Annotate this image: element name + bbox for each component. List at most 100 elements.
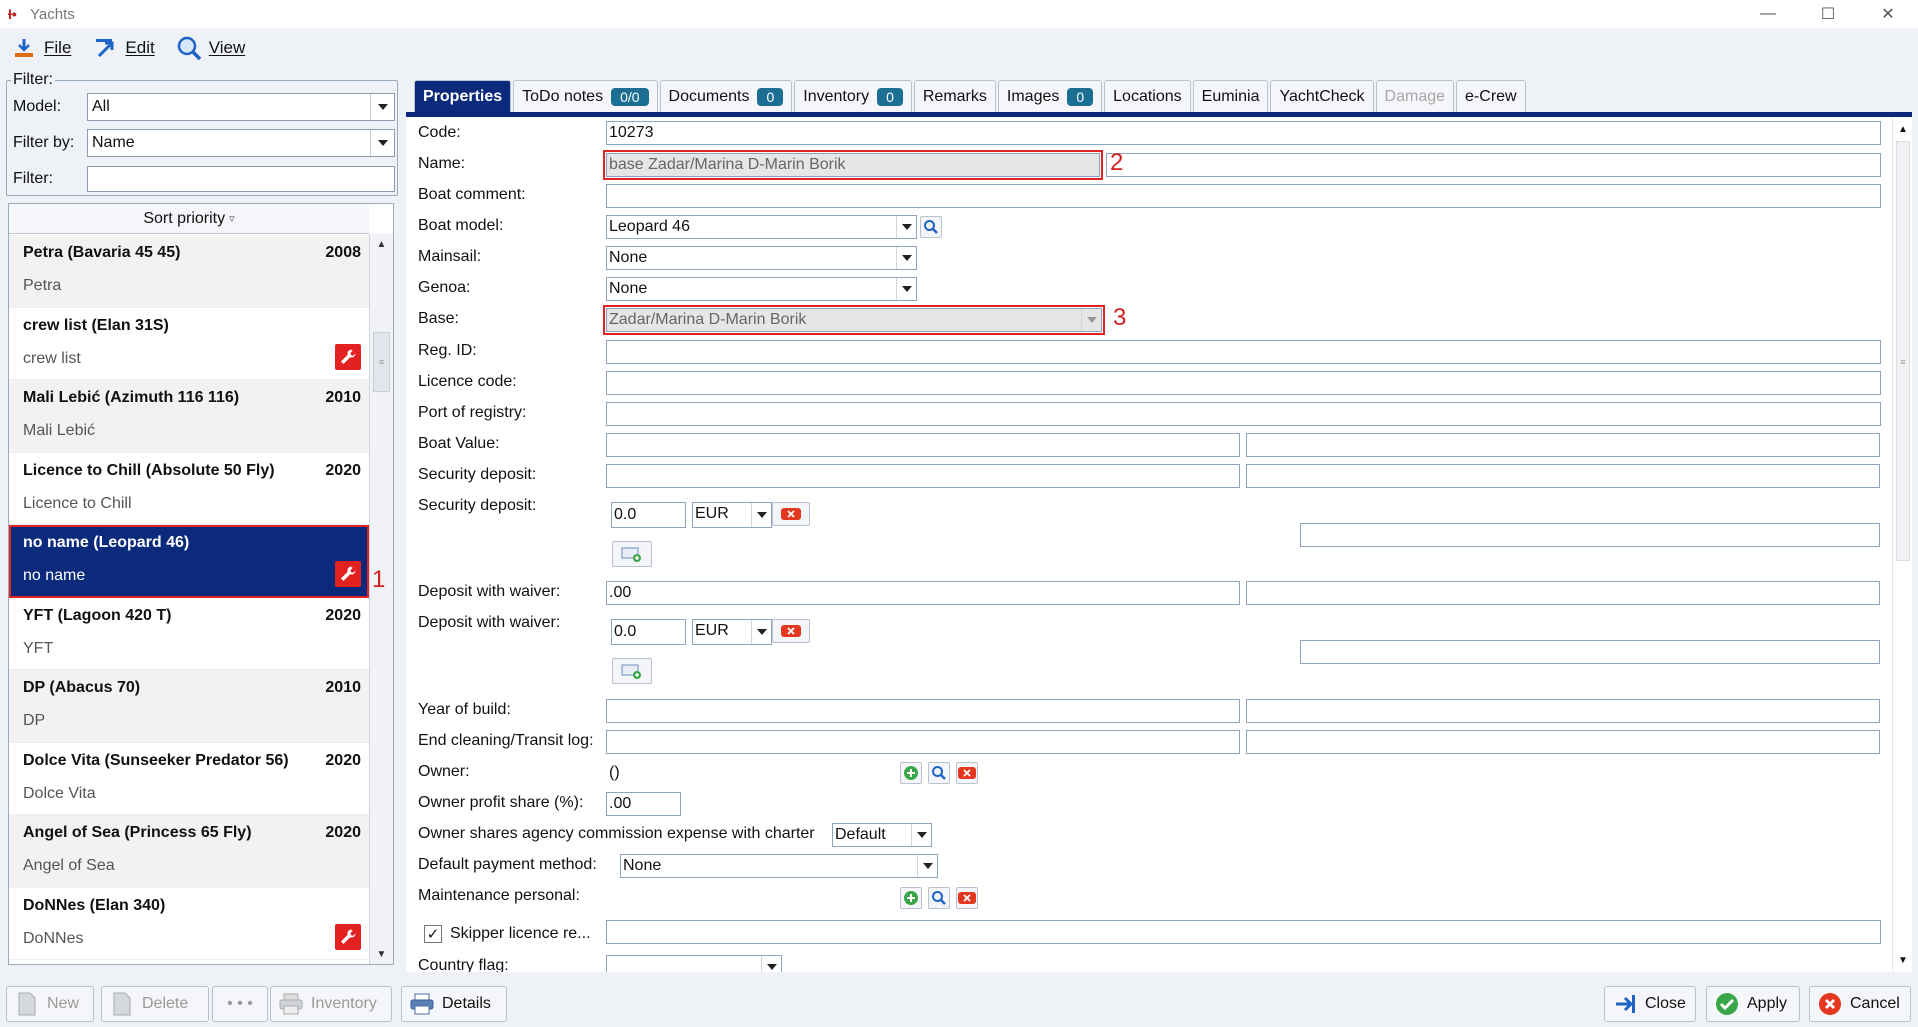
tab-properties[interactable]: Properties [414, 80, 512, 112]
list-item[interactable]: Petra (Bavaria 45 45) 2008 Petra [9, 235, 369, 308]
menu-edit[interactable]: Edit [91, 34, 155, 62]
tab-remarks[interactable]: Remarks [913, 80, 996, 112]
delete-button[interactable]: Delete [101, 986, 209, 1022]
security-deposit-extra-field[interactable] [1246, 464, 1880, 488]
add-maintenance-button[interactable] [900, 887, 922, 909]
security-deposit-note-field[interactable] [1300, 523, 1880, 547]
list-item[interactable]: YFT (Lagoon 420 T) 2020 YFT [9, 598, 369, 670]
close-button[interactable]: Close [1604, 986, 1696, 1022]
boat-value-field[interactable] [606, 433, 1240, 457]
tab-locations[interactable]: Locations [1104, 80, 1191, 112]
menu-file[interactable]: File [10, 34, 71, 62]
minimize-icon[interactable]: — [1738, 0, 1798, 28]
skipper-licence-field[interactable] [606, 920, 1881, 944]
code-field[interactable]: 10273 [606, 121, 1881, 145]
tab-damage[interactable]: Damage [1375, 80, 1455, 112]
deposit-waiver-currency-select[interactable]: EUR [692, 619, 772, 645]
maximize-icon[interactable]: ☐ [1798, 0, 1858, 28]
scroll-down-icon[interactable]: ▼ [370, 944, 393, 964]
name-extra-field[interactable] [1106, 153, 1881, 177]
list-item[interactable]: no name (Leopard 46) no name [9, 525, 369, 598]
inventory-button[interactable]: Inventory [270, 986, 392, 1022]
chevron-down-icon[interactable] [1081, 309, 1101, 331]
remove-owner-button[interactable] [956, 762, 978, 784]
security-deposit-amount-field[interactable]: 0.0 [611, 502, 686, 528]
chevron-down-icon[interactable] [896, 216, 916, 238]
close-window-icon[interactable]: ✕ [1858, 0, 1918, 28]
model-search-button[interactable] [920, 216, 942, 238]
filterby-select[interactable]: Name [87, 129, 395, 157]
end-cleaning-field[interactable] [606, 730, 1240, 754]
search-owner-button[interactable] [928, 762, 950, 784]
list-item[interactable]: DP (Abacus 70) 2010 DP [9, 670, 369, 743]
base-select[interactable]: Zadar/Marina D-Marin Borik [603, 305, 1105, 335]
port-of-registry-field[interactable] [606, 402, 1881, 426]
scroll-up-icon[interactable]: ▲ [1893, 119, 1912, 139]
security-deposit-field[interactable] [606, 464, 1240, 488]
list-item[interactable]: crew list (Elan 31S) crew list [9, 308, 369, 380]
genoa-select[interactable]: None [606, 277, 917, 301]
licence-code-field[interactable] [606, 371, 1881, 395]
list-item[interactable]: Licence to Chill (Absolute 50 Fly) 2020 Li… [9, 453, 369, 525]
remove-maintenance-button[interactable] [956, 887, 978, 909]
boat-comment-field[interactable] [606, 184, 1881, 208]
new-button[interactable]: New [6, 986, 94, 1022]
details-button[interactable]: Details [401, 986, 507, 1022]
name-field[interactable]: base Zadar/Marina D-Marin Borik [603, 150, 1103, 180]
apply-button[interactable]: Apply [1706, 986, 1800, 1022]
boat-value-extra-field[interactable] [1246, 433, 1880, 457]
sort-priority-header[interactable]: Sort priority ▿ [9, 204, 369, 234]
boat-model-select[interactable]: Leopard 46 [606, 215, 917, 239]
add-owner-button[interactable] [900, 762, 922, 784]
chevron-down-icon[interactable] [751, 503, 771, 527]
default-payment-select[interactable]: None [620, 854, 938, 878]
menu-view[interactable]: View [175, 34, 245, 62]
tab-inventory[interactable]: Inventory 0 [794, 80, 912, 112]
agency-commission-select[interactable]: Default [832, 823, 932, 847]
scroll-down-icon[interactable]: ▼ [1893, 950, 1912, 970]
search-maintenance-button[interactable] [928, 887, 950, 909]
cancel-button[interactable]: Cancel [1809, 986, 1911, 1022]
tab-yachtcheck[interactable]: YachtCheck [1270, 80, 1374, 112]
chevron-down-icon[interactable] [896, 247, 916, 269]
deposit-waiver-field[interactable]: .00 [606, 581, 1240, 605]
add-security-deposit-button[interactable] [612, 541, 652, 567]
deposit-waiver-amount-field[interactable]: 0.0 [611, 619, 686, 645]
security-deposit-currency-select[interactable]: EUR [692, 502, 772, 528]
deposit-waiver-note-field[interactable] [1300, 640, 1880, 664]
remove-deposit-waiver-button[interactable] [772, 619, 810, 643]
country-flag-select[interactable] [606, 955, 782, 972]
tab-euminia[interactable]: Euminia [1192, 80, 1269, 112]
properties-scrollbar[interactable]: ▲ ≡ ▼ [1892, 117, 1912, 972]
list-item[interactable]: Mali Lebić (Azimuth 116 116) 2010 Mali Leb… [9, 380, 369, 453]
chevron-down-icon[interactable] [370, 130, 394, 156]
skipper-licence-checkbox[interactable]: ✓ [424, 925, 442, 943]
list-item[interactable]: Dolce Vita (Sunseeker Predator 56) 2020 Do… [9, 743, 369, 815]
scroll-thumb[interactable]: ≡ [373, 332, 390, 392]
add-deposit-waiver-button[interactable] [612, 658, 652, 684]
tab-todo-notes[interactable]: ToDo notes 0/0 [513, 80, 658, 112]
scroll-up-icon[interactable]: ▲ [370, 234, 393, 254]
tab-documents[interactable]: Documents 0 [659, 80, 793, 112]
chevron-down-icon[interactable] [911, 824, 931, 846]
remove-security-deposit-button[interactable] [772, 502, 810, 526]
list-item[interactable]: Angel of Sea (Princess 65 Fly) 2020 Angel … [9, 815, 369, 888]
chevron-down-icon[interactable] [370, 94, 394, 120]
model-select[interactable]: All [87, 93, 395, 121]
tab-images[interactable]: Images 0 [997, 80, 1103, 112]
year-of-build-field[interactable] [606, 699, 1240, 723]
reg-id-field[interactable] [606, 340, 1881, 364]
chevron-down-icon[interactable] [751, 620, 771, 644]
chevron-down-icon[interactable] [917, 855, 937, 877]
scroll-thumb[interactable]: ≡ [1896, 141, 1910, 561]
deposit-waiver-extra-field[interactable] [1246, 581, 1880, 605]
list-item[interactable]: DoNNes (Elan 340) DoNNes [9, 888, 369, 960]
tab-e-crew[interactable]: e-Crew [1456, 80, 1526, 112]
chevron-down-icon[interactable] [761, 956, 781, 972]
end-cleaning-extra-field[interactable] [1246, 730, 1880, 754]
more-button[interactable]: • • • [212, 986, 268, 1022]
list-scrollbar[interactable]: ▲ ≡ ▼ [369, 234, 393, 964]
filter-input[interactable] [87, 166, 395, 192]
chevron-down-icon[interactable] [896, 278, 916, 300]
year-of-build-extra-field[interactable] [1246, 699, 1880, 723]
